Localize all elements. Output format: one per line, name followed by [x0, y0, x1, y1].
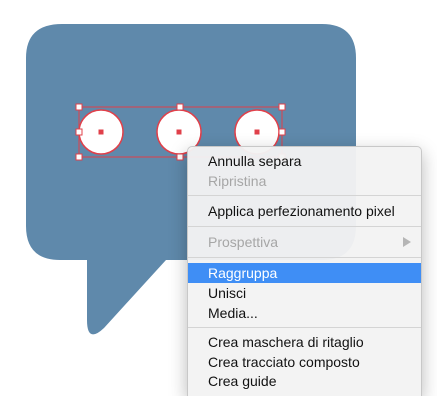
menu-item-redo[interactable]: Ripristina [188, 171, 421, 191]
submenu-arrow-icon [403, 237, 411, 247]
resize-handle-bottom-middle[interactable] [176, 153, 184, 161]
menu-separator [188, 257, 421, 258]
menu-item-pixel-perfect[interactable]: Applica perfezionamento pixel [188, 201, 421, 221]
resize-handle-bottom-left[interactable] [75, 153, 83, 161]
menu-item-join[interactable]: Unisci [188, 283, 421, 303]
menu-item-group[interactable]: Raggruppa [188, 263, 421, 283]
context-menu: Annulla separa Ripristina Applica perfez… [187, 146, 422, 396]
menu-item-perspective-label: Prospettiva [208, 234, 279, 250]
resize-handle-middle-left[interactable] [75, 128, 83, 136]
menu-item-make-compound-path[interactable]: Crea tracciato composto [188, 352, 421, 372]
resize-handle-middle-right[interactable] [278, 128, 286, 136]
dot-center-point [176, 129, 182, 135]
dot-center-point [254, 129, 260, 135]
menu-separator [188, 327, 421, 328]
resize-handle-top-right[interactable] [278, 103, 286, 111]
resize-handle-top-middle[interactable] [176, 103, 184, 111]
menu-item-undo-ungroup[interactable]: Annulla separa [188, 151, 421, 171]
menu-item-make-clipping-mask[interactable]: Crea maschera di ritaglio [188, 332, 421, 352]
menu-item-perspective[interactable]: Prospettiva [188, 232, 421, 252]
menu-item-average[interactable]: Media... [188, 303, 421, 323]
menu-item-make-guides[interactable]: Crea guide [188, 371, 421, 391]
menu-separator [188, 226, 421, 227]
menu-separator [188, 195, 421, 196]
dot-center-point [98, 129, 104, 135]
resize-handle-top-left[interactable] [75, 103, 83, 111]
